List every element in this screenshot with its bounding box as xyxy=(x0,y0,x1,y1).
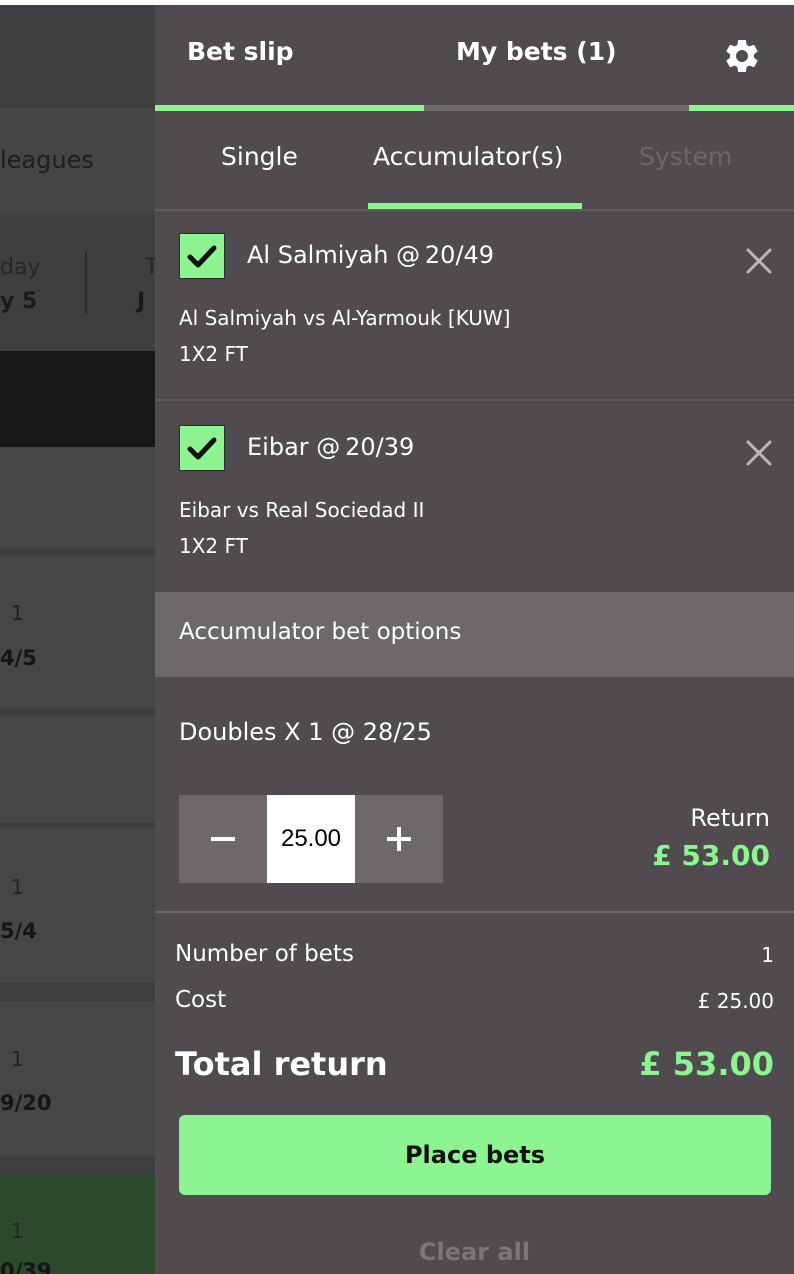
bg-day-strip xyxy=(0,215,155,351)
selection-match: Eibar vs Real Sociedad II xyxy=(179,498,425,522)
plus-icon-stem xyxy=(397,827,401,851)
bg-row-odds: 0/39 xyxy=(0,1259,52,1274)
accumulator-options-header[interactable]: Accumulator bet options xyxy=(155,592,794,677)
number-of-bets-value: 1 xyxy=(761,943,774,967)
selection-market: 1X2 FT xyxy=(179,534,248,558)
close-icon[interactable] xyxy=(743,245,775,277)
bg-header xyxy=(0,5,155,105)
bg-row-odds: 5/4 xyxy=(0,919,37,943)
selection-title: Al Salmiyah @ 20/49 xyxy=(247,241,495,269)
bg-row-block xyxy=(0,716,155,822)
bg-row-label: 1 xyxy=(11,1047,24,1071)
bg-row-block xyxy=(0,447,155,547)
accumulator-options-label: Accumulator bet options xyxy=(179,619,462,645)
cost-value: £ 25.00 xyxy=(697,989,774,1013)
cost-label: Cost xyxy=(175,987,227,1013)
bet-slip-panel: Bet slip My bets (1) Single Accumulator(… xyxy=(155,5,794,1274)
summary-divider xyxy=(155,911,794,913)
tab-bet-slip[interactable]: Bet slip xyxy=(187,37,294,66)
return-label: Return xyxy=(690,804,770,832)
tab-accumulator-indicator xyxy=(368,203,582,209)
bg-leagues-label: leagues xyxy=(0,146,94,174)
decrease-stake-button[interactable] xyxy=(179,795,267,883)
minus-icon xyxy=(211,837,235,841)
bg-dark-band xyxy=(0,351,155,447)
stake-stepper: 25.00 xyxy=(179,795,443,883)
checkmark-icon xyxy=(187,245,217,268)
number-of-bets-row: Number of bets 1 xyxy=(175,941,774,967)
bg-match-row xyxy=(0,829,155,982)
selection-title: Eibar @ 20/39 xyxy=(247,433,415,461)
bg-day-date: y 5 xyxy=(0,289,38,314)
cost-row: Cost £ 25.00 xyxy=(175,987,774,1013)
doubles-line: Doubles X 1 @ 28/25 xyxy=(179,718,432,746)
bg-day2-date: J xyxy=(137,289,146,314)
bet-slip-tabs: Bet slip My bets (1) xyxy=(155,5,794,111)
place-bets-button[interactable]: Place bets xyxy=(179,1115,771,1195)
selection-match: Al Salmiyah vs Al-Yarmouk [KUW] xyxy=(179,306,511,330)
increase-stake-button[interactable] xyxy=(355,795,443,883)
total-return-row: Total return £ 53.00 xyxy=(175,1045,774,1083)
selection-item: Eibar @ 20/39 Eibar vs Real Sociedad II … xyxy=(155,401,794,591)
bet-type-tabs: Single Accumulator(s) System xyxy=(155,111,794,211)
selection-item: Al Salmiyah @ 20/49 Al Salmiyah vs Al-Ya… xyxy=(155,211,794,401)
selection-checkbox[interactable] xyxy=(179,233,225,279)
selection-market: 1X2 FT xyxy=(179,342,248,366)
tab-accumulator[interactable]: Accumulator(s) xyxy=(373,142,563,171)
gear-icon[interactable] xyxy=(722,36,762,76)
number-of-bets-label: Number of bets xyxy=(175,941,354,967)
bg-match-row xyxy=(0,555,155,708)
stake-input[interactable]: 25.00 xyxy=(267,795,355,883)
bg-row-odds: 9/20 xyxy=(0,1091,52,1115)
background-page: leagues day y 5 T J 1 4/5 1 5/4 1 9/20 1… xyxy=(0,5,155,1274)
total-return-value: £ 53.00 xyxy=(639,1045,774,1083)
total-return-label: Total return xyxy=(175,1045,388,1083)
bg-day2-label: T xyxy=(145,255,155,280)
bg-match-row xyxy=(0,1002,155,1155)
tab-single[interactable]: Single xyxy=(221,142,298,171)
bg-day-label: day xyxy=(0,255,41,280)
close-icon[interactable] xyxy=(743,437,775,469)
return-value: £ 53.00 xyxy=(652,839,770,872)
bg-row-odds: 4/5 xyxy=(0,646,37,670)
checkmark-icon xyxy=(187,437,217,460)
selection-checkbox[interactable] xyxy=(179,425,225,471)
tab-system[interactable]: System xyxy=(639,142,732,171)
bg-row-label: 1 xyxy=(11,875,24,899)
clear-all-button[interactable]: Clear all xyxy=(155,1238,794,1266)
bg-day-divider xyxy=(85,252,87,314)
bg-row-label: 1 xyxy=(11,601,24,625)
tab-my-bets[interactable]: My bets (1) xyxy=(456,37,617,66)
bg-row-label: 1 xyxy=(11,1219,24,1243)
